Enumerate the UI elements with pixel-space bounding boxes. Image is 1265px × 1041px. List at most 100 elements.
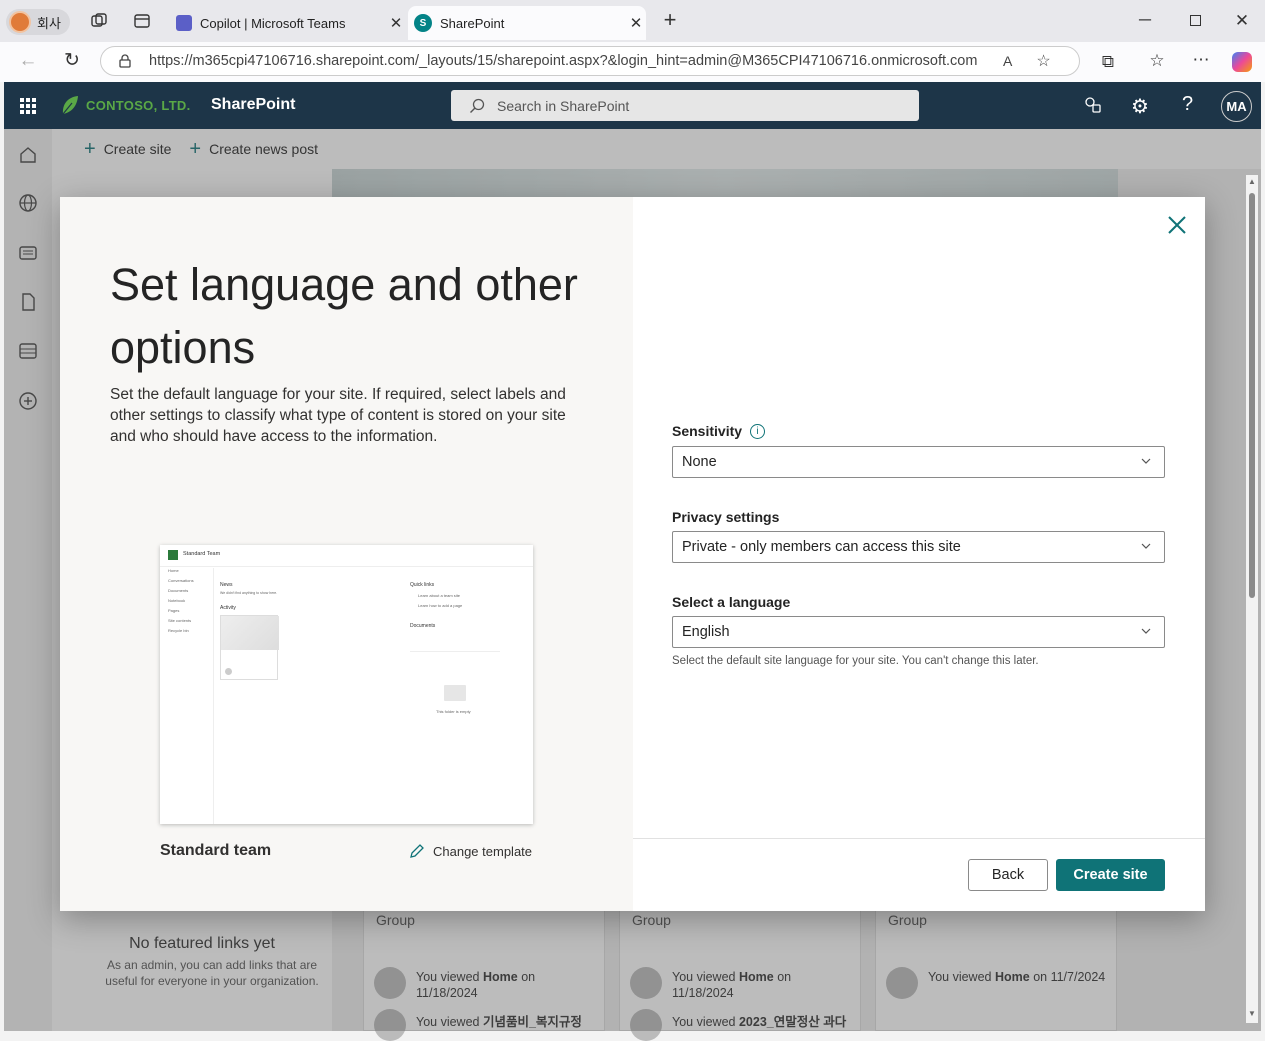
more-icon[interactable]: ⋯ [1191,50,1211,70]
preview-nav-divider [213,568,214,824]
chevron-down-icon [1141,458,1151,464]
preview-nav-item: Pages [168,608,180,613]
read-aloud-icon[interactable]: A [1003,53,1012,69]
privacy-label: Privacy settings [672,509,780,525]
language-hint: Select the default site language for you… [672,655,1039,667]
preview-card-avatar [225,668,232,675]
feedback-icon[interactable] [1084,96,1102,114]
search-box[interactable]: Search in SharePoint [451,90,919,121]
preview-empty-folder: This folder is empty [436,709,471,714]
preview-quick-link: Learn about a team site [418,593,461,598]
org-logo[interactable]: CONTOSO, LTD. [60,94,191,116]
language-dropdown[interactable]: English [672,616,1165,648]
chevron-down-icon [1141,543,1151,549]
new-tab-icon[interactable]: + [660,9,680,31]
preview-nav-item: Documents [168,588,189,593]
preview-nav-item: Home [168,568,179,573]
preview-documents-heading: Documents [410,623,436,629]
create-site-label: Create site [1073,867,1148,883]
privacy-field: Privacy settings Private - only members … [672,509,1165,563]
tab-title: Copilot | Microsoft Teams [200,15,346,31]
privacy-value: Private - only members can access this s… [682,539,961,555]
profile-avatar-icon [9,11,31,33]
sensitivity-value: None [682,454,717,470]
language-label: Select a language [672,594,791,610]
favorites-icon[interactable]: ☆ [1147,51,1167,71]
preview-quick-link: Learn how to add a page [418,603,463,608]
create-site-button[interactable]: Create site [1056,859,1165,891]
extensions-icon[interactable]: ⧉ [1098,52,1118,72]
app-launcher-icon[interactable] [20,98,36,114]
back-button[interactable]: Back [968,859,1048,891]
browser-tab-bar: 회사 Copilot | Microsoft Teams ✕ S SharePo… [0,0,1265,42]
preview-activity-heading: Activity [220,605,236,611]
sensitivity-label: Sensitivity [672,423,743,439]
sharepoint-icon: S [414,14,432,32]
scroll-up-icon[interactable]: ▲ [1248,177,1256,186]
search-placeholder: Search in SharePoint [497,97,630,114]
preview-card-image [221,616,279,650]
close-tab-icon[interactable]: ✕ [386,14,406,32]
search-icon [469,98,485,114]
tab-actions-icon[interactable] [131,12,153,35]
privacy-dropdown[interactable]: Private - only members can access this s… [672,531,1165,563]
teams-icon [176,15,192,31]
dialog-title: Set language and other options [110,259,578,373]
url-text: https://m365cpi47106716.sharepoint.com/_… [149,53,978,69]
avatar[interactable]: MA [1221,91,1252,122]
preview-doc-header [410,651,500,652]
app-name[interactable]: SharePoint [211,96,295,114]
close-window-icon[interactable]: ✕ [1232,11,1252,31]
favorite-star-icon[interactable]: ☆ [1036,51,1050,71]
profile-label: 회사 [37,15,61,31]
info-icon[interactable]: i [750,423,766,439]
tab-title: SharePoint [440,15,505,31]
preview-quick-links-heading: Quick links [410,582,435,588]
back-label: Back [991,867,1025,883]
preview-header-line [160,566,533,567]
tab-sharepoint[interactable]: S SharePoint ✕ [408,6,646,40]
avatar-initials: MA [1226,99,1247,114]
refresh-icon[interactable]: ↻ [62,51,82,71]
leaf-icon [60,94,80,116]
change-template-label: Change template [433,843,533,859]
preview-news-heading: News [220,582,233,588]
lock-icon [119,54,131,68]
tab-teams[interactable]: Copilot | Microsoft Teams ✕ [170,6,406,40]
preview-nav-item: Site contents [168,618,192,623]
profile-button[interactable]: 회사 [6,9,70,35]
close-dialog-icon[interactable] [1167,215,1187,235]
dialog-description: Set the default language for your site. … [110,386,566,445]
help-icon[interactable]: ? [1182,93,1193,116]
preview-site-logo [168,550,178,560]
template-name: Standard team [160,842,272,859]
language-field: Select a language English Select the def… [672,594,1165,667]
dialog-footer-divider [633,838,1205,839]
preview-activity-card [220,615,279,680]
language-value: English [682,624,730,640]
org-name: CONTOSO, LTD. [86,97,191,113]
settings-gear-icon[interactable]: ⚙ [1131,94,1149,119]
chevron-down-icon [1141,628,1151,634]
template-preview: Standard Team Home Conversations Documen… [160,545,533,824]
change-template-button[interactable]: Change template [408,842,532,860]
dialog-info-pane: Set language and other options Set the d… [60,197,633,911]
preview-site-title: Standard Team [183,551,221,557]
preview-nav-item: Notebook [168,598,186,603]
create-site-dialog: Set language and other options Set the d… [60,197,1205,911]
preview-news-empty: We didn't find anything to show here. [220,591,278,595]
copilot-icon[interactable] [1232,52,1252,72]
close-tab-icon[interactable]: ✕ [626,14,646,32]
preview-empty-folder-icon [444,685,466,701]
sensitivity-dropdown[interactable]: None [672,446,1165,478]
back-icon[interactable]: ← [18,51,38,71]
sensitivity-field: Sensitivity i None [672,423,1165,478]
url-bar[interactable]: https://m365cpi47106716.sharepoint.com/_… [100,46,1080,76]
scrollbar-thumb[interactable] [1249,193,1255,598]
workspaces-icon[interactable] [88,12,110,35]
scrollbar[interactable]: ▲ ▼ [1246,175,1258,1023]
minimize-icon[interactable]: ─ [1135,10,1155,30]
maximize-icon[interactable] [1190,15,1201,26]
preview-nav-item: Recycle bin [168,628,189,633]
scroll-down-icon[interactable]: ▼ [1248,1009,1256,1018]
